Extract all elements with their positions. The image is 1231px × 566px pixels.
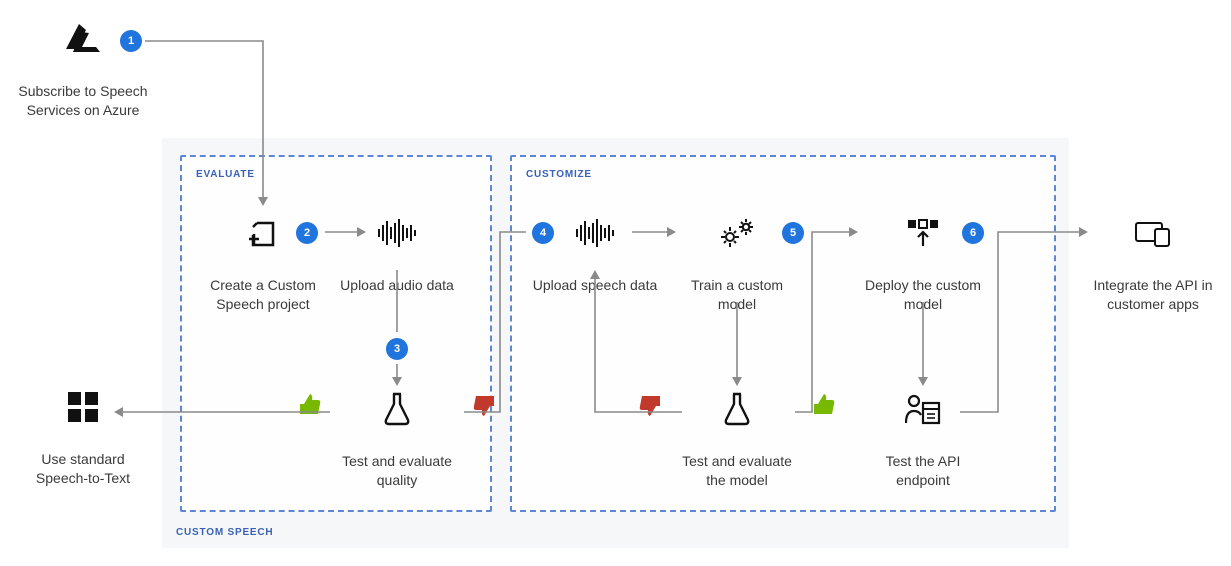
connectors [0,0,1231,566]
diagram-canvas: CUSTOM SPEECH EVALUATE CUSTOMIZE Subscri… [0,0,1231,566]
